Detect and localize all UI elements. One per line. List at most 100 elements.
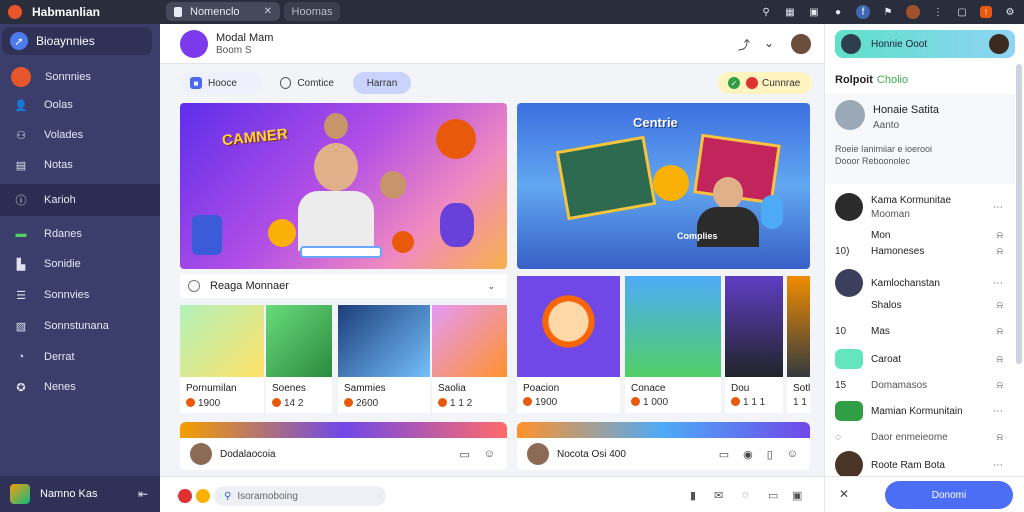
sidebar-item-1[interactable]: Sonnnies <box>0 62 160 92</box>
bell-icon[interactable]: ⍾ <box>996 300 1003 311</box>
section-header[interactable]: Reaga Monnaer ⌄ <box>180 274 507 298</box>
flag-icon[interactable]: ⚑ <box>882 6 894 18</box>
calendar-icon[interactable]: ▢ <box>956 6 968 18</box>
member-item[interactable]: Caroat ⍾ <box>825 346 1015 372</box>
emoji-icon[interactable] <box>196 489 210 503</box>
hero-title: CAMNER <box>221 125 289 150</box>
share-icon[interactable]: ⤴ <box>738 36 750 53</box>
hero-card-left[interactable]: CAMNER <box>180 103 507 269</box>
filter-chip-comtice[interactable]: Comtice <box>270 72 344 94</box>
reaction-icon[interactable] <box>178 489 192 503</box>
grid-icon[interactable]: ▦ <box>784 6 796 18</box>
user-avatar[interactable] <box>789 32 813 56</box>
profile-avatar-icon[interactable] <box>906 5 920 19</box>
more-icon[interactable]: ⋯ <box>993 460 1003 471</box>
profile-status: Aanto <box>873 120 900 131</box>
tab-active[interactable]: Nomenclo ✕ <box>166 2 280 21</box>
more-icon[interactable]: ⋯ <box>993 278 1003 289</box>
post-card-image <box>180 422 507 438</box>
sidebar-item-5[interactable]: ⓘ Karioh <box>0 184 160 216</box>
hero-card-right[interactable]: Centrie Complies <box>517 103 810 269</box>
save-icon[interactable]: ▭ <box>459 448 469 461</box>
member-item[interactable]: 15 Domamasos ⍾ <box>825 372 1015 398</box>
bell-icon[interactable]: ⍾ <box>996 246 1003 257</box>
member-name: Daor enmeieome <box>871 431 948 443</box>
close-icon[interactable]: ✕ <box>839 487 849 501</box>
person-image <box>324 113 348 139</box>
member-item[interactable]: Shalos ⍾ <box>825 292 1015 318</box>
chat-icon[interactable]: ◌ <box>742 489 749 501</box>
sidebar-item-6[interactable]: ▬ Rdanes <box>0 219 160 249</box>
user-icon[interactable]: ● <box>832 6 844 18</box>
sidebar-item-2[interactable]: 👤 Oolas <box>0 90 160 120</box>
notification-icon[interactable]: ! <box>980 6 992 18</box>
sidebar-item-4[interactable]: ▤ Notas <box>0 150 160 180</box>
media-card[interactable]: Soenes 14 2 <box>266 305 332 413</box>
person-body-image <box>697 207 759 247</box>
sidebar-item-label: Volades <box>44 129 84 141</box>
media-card[interactable]: Saolia 1 1 2 <box>432 305 507 413</box>
member-item[interactable]: 10) Hamoneses ⍾ <box>825 238 1015 264</box>
member-item[interactable]: 10 Mas ⍾ <box>825 318 1015 344</box>
tab-secondary[interactable]: Hoomas <box>284 2 340 21</box>
bell-icon[interactable]: ⍾ <box>996 432 1003 443</box>
notify-icon[interactable]: ✉ <box>714 489 723 502</box>
sidebar-item-11[interactable]: ✪ Nenes <box>0 372 160 402</box>
trash-icon[interactable]: ▮ <box>690 489 696 502</box>
media-card[interactable]: Conace 1 000 <box>625 276 721 413</box>
sidebar-item-3[interactable]: ⚇ Volades <box>0 120 160 150</box>
search-input[interactable]: ⚲ Isoramoboing <box>214 486 386 506</box>
sidebar-item-label: Oolas <box>44 99 73 111</box>
chevron-down-icon[interactable]: ⌄ <box>764 36 774 50</box>
sidebar-item-10[interactable]: ◔ Derrat <box>0 342 160 372</box>
chevron-down-icon[interactable]: ⌄ <box>487 281 495 292</box>
sidebar-header[interactable]: ➚ Bioaynnies <box>2 27 152 55</box>
bookmark-icon[interactable]: ▯ <box>767 448 773 461</box>
member-item[interactable]: Mamian Kormunitain ⋯ <box>825 398 1015 424</box>
globe-icon[interactable]: ◉ <box>743 448 753 461</box>
media-card[interactable]: Pornumilan 1900 <box>180 305 264 413</box>
attach-icon[interactable]: ▭ <box>719 448 729 461</box>
member-name: Mamian Kormunitain <box>871 405 963 417</box>
member-item[interactable]: Roote Ram Bota ⋯ <box>825 451 1015 479</box>
sidebar-item-8[interactable]: ☰ Sonnvies <box>0 280 160 310</box>
scrollbar[interactable] <box>1016 64 1022 364</box>
media-card[interactable]: Dou 1 1 1 <box>725 276 783 413</box>
bell-icon[interactable]: ⍾ <box>996 326 1003 337</box>
profile-card[interactable]: Honaie Satita Aanto Roeie Ianimiiar e io… <box>825 94 1015 184</box>
facebook-icon[interactable]: f <box>856 5 870 19</box>
filter-bar: ■ Hooce Comtice Harran ✓ Cunnrae <box>160 64 824 102</box>
filter-chip-cunnrae[interactable]: ✓ Cunnrae <box>718 72 812 94</box>
bell-icon[interactable]: ⍾ <box>996 380 1003 391</box>
member-item[interactable]: ◌ Daor enmeieome ⍾ <box>825 424 1015 450</box>
right-panel-header[interactable]: Honnie Ooot <box>835 30 1015 58</box>
post-card[interactable]: Nocota Osi 400 ▭ ◉ ▯ ☺ <box>517 422 810 470</box>
more-icon[interactable]: ⋯ <box>993 406 1003 417</box>
sidebar-item-9[interactable]: ▧ Sonnstunana <box>0 311 160 341</box>
sidebar-footer[interactable]: Namno Kas ⇤ <box>0 476 160 512</box>
message-icon[interactable]: ▭ <box>768 489 778 502</box>
emoji-icon[interactable]: ☺ <box>484 448 495 460</box>
media-card[interactable]: Sammies 2600 <box>338 305 430 413</box>
member-avatar <box>835 451 863 479</box>
person-image <box>314 143 358 191</box>
filter-chip-hooce[interactable]: ■ Hooce <box>180 72 262 94</box>
filter-chip-harran[interactable]: Harran <box>353 72 411 94</box>
settings-icon[interactable]: ⚙ <box>1004 6 1016 18</box>
more-icon[interactable]: ⋮ <box>932 6 944 18</box>
sidebar-item-7[interactable]: ▙ Sonidie <box>0 249 160 279</box>
media-card[interactable]: Poacion 1900 <box>517 276 620 413</box>
post-card[interactable]: Dodalaocoia ▭ ☺ <box>180 422 507 470</box>
collapse-icon[interactable]: ⇤ <box>138 487 148 501</box>
primary-action-button[interactable]: Donomi <box>885 481 1013 509</box>
more-icon[interactable]: ⋯ <box>993 202 1003 213</box>
briefcase-icon[interactable]: ▣ <box>808 6 820 18</box>
pin-icon[interactable]: ⚲ <box>760 6 772 18</box>
emoji-icon[interactable]: ☺ <box>787 448 798 460</box>
tab-close-icon[interactable]: ✕ <box>264 6 272 17</box>
bell-icon[interactable]: ⍾ <box>996 354 1003 365</box>
member-name: Kamlochanstan <box>871 277 940 289</box>
expand-icon[interactable]: ▣ <box>792 489 802 502</box>
media-card[interactable]: Sotlou 1 1 <box>787 276 810 413</box>
member-item[interactable]: Kama Kormunitae Mooman ⋯ <box>825 189 1015 225</box>
